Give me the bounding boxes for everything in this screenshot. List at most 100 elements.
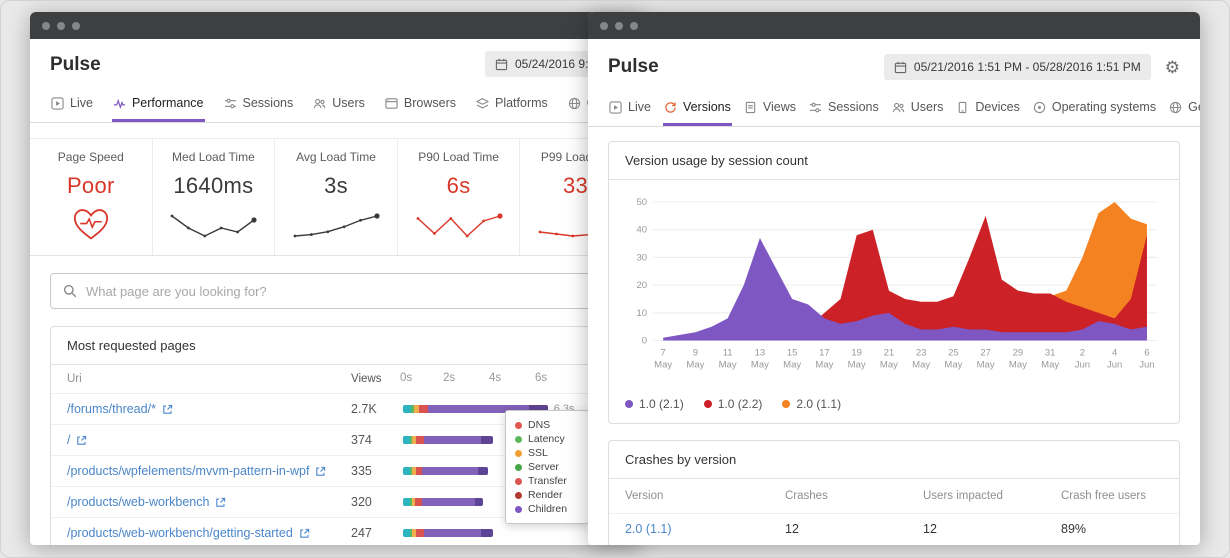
date-range-picker[interactable]: 05/21/2016 1:51 PM - 05/28/2016 1:51 PM [883,54,1151,80]
views-value: 374 [351,433,372,447]
tab-geo[interactable]: Geo [1168,96,1200,126]
window-control-dot[interactable] [57,21,65,30]
legend-item[interactable]: 1.0 (2.1) [625,397,684,411]
page-link[interactable]: /forums/thread/* [67,402,173,416]
window-control-dot[interactable] [72,21,80,30]
views-value: 247 [351,526,372,540]
tab-performance[interactable]: Performance [111,92,205,122]
page-link[interactable]: / [67,433,87,447]
versions-window: Pulse 05/21/2016 1:51 PM - 05/28/2016 1:… [588,12,1200,545]
version-link[interactable]: 2.0 (1.1) [625,522,672,536]
svg-text:50: 50 [637,197,648,208]
svg-text:May: May [719,360,737,371]
svg-text:10: 10 [637,308,648,319]
search-icon [63,284,77,298]
page-link[interactable]: /products/web-workbench/getting-started [67,526,310,540]
performance-window: Pulse 05/24/2016 9:41 AM Live Performanc… [30,12,642,545]
tab-label: Views [762,100,797,114]
load-time-bar [403,467,488,475]
legend-item[interactable]: 1.0 (2.2) [703,396,763,411]
crashes-panel: Crashes by version Version Crashes Users… [608,439,1180,545]
heart-pulse-icon [71,206,111,247]
svg-text:20: 20 [637,280,648,291]
legend-dot [782,399,791,408]
legend-label: 1.0 (2.2) [717,396,763,411]
play-icon [609,100,622,114]
svg-text:6: 6 [1144,348,1149,359]
legend-item-ssl: SSL [515,446,579,460]
window-control-dot[interactable] [600,21,608,30]
search-input[interactable] [86,283,609,299]
crashes-value: 12 [785,522,799,537]
metric-page-speed: Page Speed Poor [30,139,153,255]
axis-tick: 0s [400,372,413,384]
metric-label: Med Load Time [172,150,255,164]
axis-tick: 6s [535,372,548,384]
legend-item-transfer: Transfer [515,474,579,488]
tab-browsers[interactable]: Browsers [384,92,457,122]
tab-live[interactable]: Live [50,92,94,122]
tab-label: Versions [682,100,731,114]
col-header-version: Version [625,489,664,502]
window-control-dot[interactable] [630,21,638,30]
metric-value: Poor [66,173,115,198]
legend-label: 1.0 (2.1) [639,396,684,411]
page-link[interactable]: /products/web-workbench [67,495,226,509]
window-control-dot[interactable] [42,21,50,30]
tab-views[interactable]: Views [743,96,797,126]
svg-text:11: 11 [723,348,733,359]
svg-text:May: May [783,360,801,371]
svg-text:May: May [815,360,833,371]
col-header-views: Views [351,373,382,385]
svg-text:15: 15 [787,348,798,359]
col-header-uri: Uri [67,373,82,385]
device-icon [956,101,969,114]
sparkline [416,213,503,238]
tab-live[interactable]: Live [608,96,652,126]
app-title: Pulse [608,56,659,77]
tab-platforms[interactable]: Platforms [475,92,549,122]
svg-text:29: 29 [1013,348,1024,359]
legend-item-server: Server [515,460,579,474]
tab-label: Live [628,100,651,114]
page-uri: /products/wpfelements/mvvm-pattern-in-wp… [67,464,310,478]
views-value: 320 [351,495,372,509]
svg-text:Jun: Jun [1139,360,1154,371]
legend-dot [515,491,522,499]
legend-item[interactable]: 2.0 (1.1) [782,397,841,411]
tab-users[interactable]: Users [891,96,945,126]
page-uri: /forums/thread/* [67,402,156,416]
external-link-icon [315,466,326,477]
calendar-icon [894,61,907,74]
tab-sessions[interactable]: Sessions [808,96,880,126]
tab-operating-systems[interactable]: Operating systems [1032,96,1157,126]
chart-area: 0 10 20 30 40 50 7 May 9 May 11 May 13 May 15 May 17 May 1… [609,180,1179,389]
legend-dot [515,421,522,429]
version-usage-panel: Version usage by session count 0 10 20 30 40… [608,141,1180,424]
load-time-bar [403,529,493,537]
svg-text:19: 19 [851,348,862,359]
svg-text:Jun: Jun [1075,360,1090,371]
window-header: Pulse 05/21/2016 1:51 PM - 05/28/2016 1:… [588,39,1200,88]
col-header-crashes: Crashes [785,489,828,502]
window-control-dot[interactable] [615,21,623,30]
panel-title: Most requested pages [51,327,621,365]
svg-text:17: 17 [819,348,830,359]
gear-icon[interactable]: ⚙ [1165,59,1180,76]
col-header-users-impacted: Users impacted [923,489,1003,502]
tab-devices[interactable]: Devices [955,96,1020,126]
document-icon [744,101,757,114]
page-link[interactable]: /products/wpfelements/mvvm-pattern-in-wp… [67,464,326,478]
tab-label: Browsers [403,96,456,110]
svg-text:2: 2 [1080,348,1085,359]
external-link-icon [76,435,87,446]
tab-versions[interactable]: Versions [662,96,732,126]
window-header: Pulse 05/24/2016 9:41 AM [30,39,642,84]
metric-value: 1640ms [173,173,254,198]
tab-label: Performance [131,96,204,110]
tab-users[interactable]: Users [312,92,366,122]
tab-sessions[interactable]: Sessions [223,92,295,122]
tab-label: Geo [1188,100,1200,114]
page-uri: /products/web-workbench/getting-started [67,526,293,540]
panel-title: Crashes by version [609,441,1179,479]
